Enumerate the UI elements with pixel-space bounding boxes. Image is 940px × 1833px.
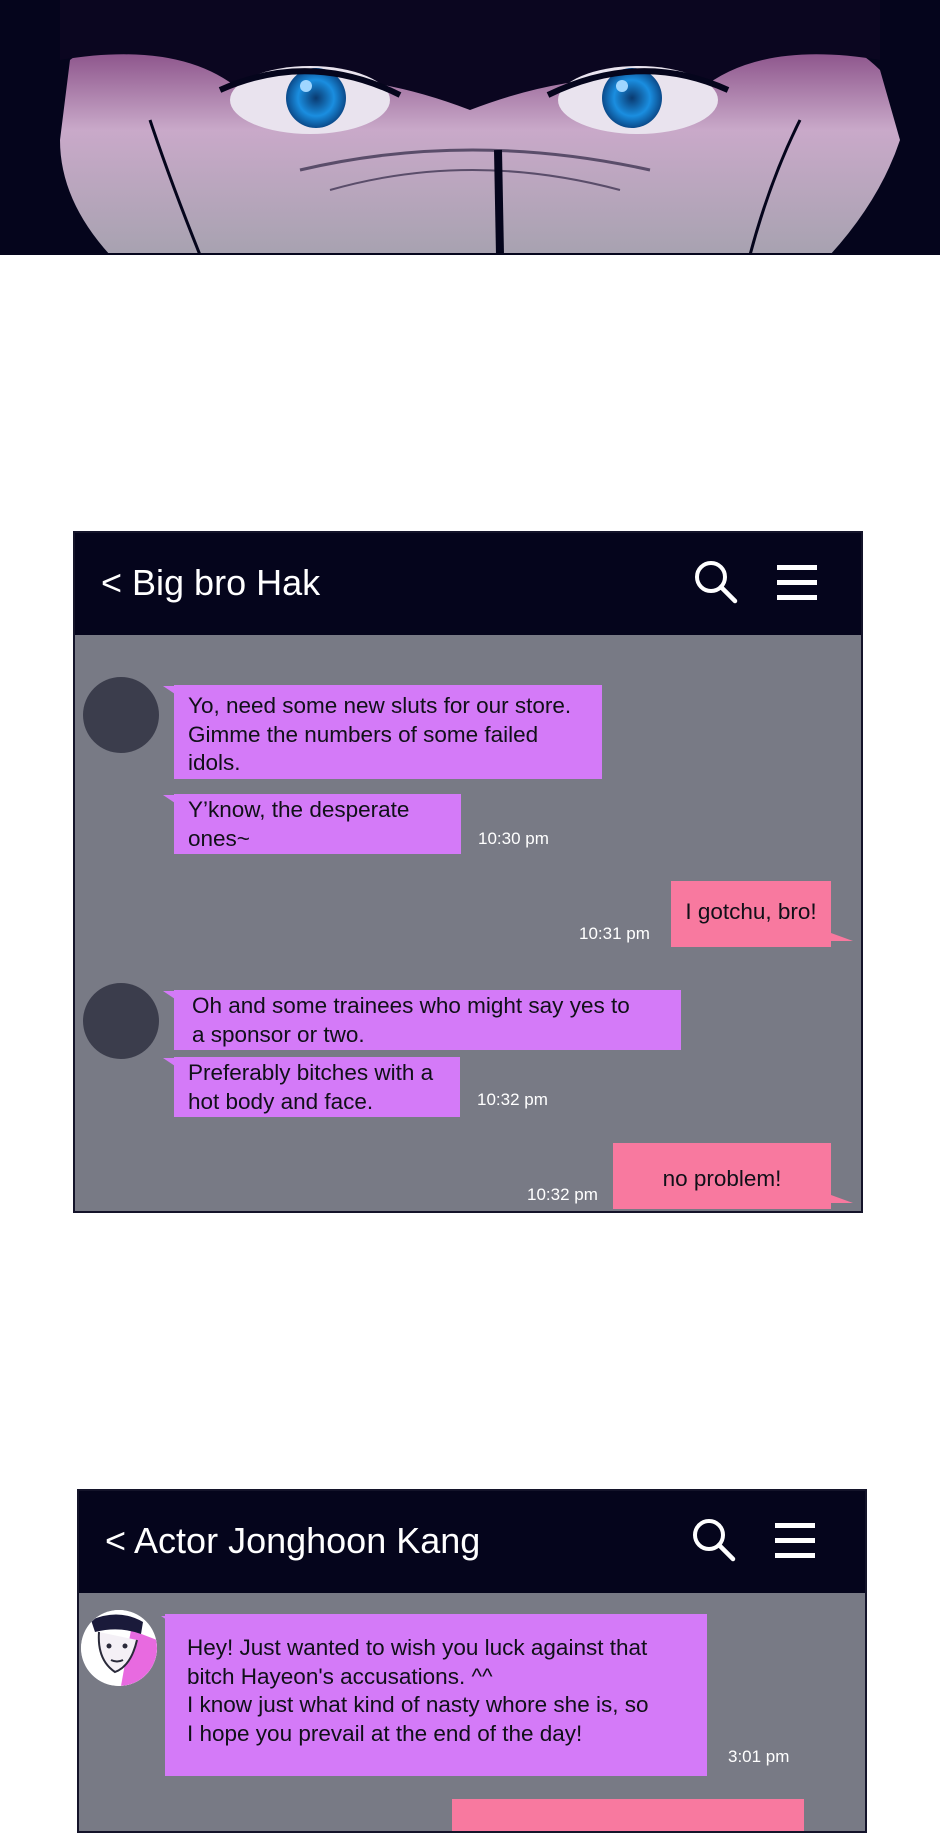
contact-avatar[interactable] [81,1610,157,1686]
message-time: 3:01 pm [728,1747,790,1766]
message-time: 10:31 pm [579,924,650,943]
message-time: 10:30 pm [478,829,549,848]
search-icon[interactable] [689,555,745,611]
message-bubble-contact[interactable]: Y’know, the desperate ones~ [174,794,461,854]
back-button-chat-title[interactable]: < Big bro Hak [101,561,320,605]
message-time: 10:32 pm [477,1090,548,1109]
message-bubble-contact[interactable]: Hey! Just wanted to wish you luck agains… [165,1614,707,1776]
bubble-tail [831,933,853,941]
chat-screen-actor-jonghoon-kang: < Actor Jonghoon Kang Hey! Just wanted t… [77,1489,867,1833]
comic-panel-eyes [0,0,940,255]
back-button-chat-title[interactable]: < Actor Jonghoon Kang [105,1519,480,1563]
menu-icon[interactable] [769,555,825,611]
bubble-tail [831,1195,853,1203]
message-bubble-contact[interactable]: Yo, need some new sluts for our store. G… [174,685,602,779]
contact-avatar[interactable] [83,677,159,753]
message-bubble-contact[interactable]: Oh and some trainees who might say yes t… [174,990,681,1050]
chat-screen-big-bro-hak: < Big bro Hak Yo, need some new sluts fo… [73,531,863,1213]
message-bubble-contact[interactable]: Preferably bitches with a hot body and f… [174,1057,460,1117]
menu-icon[interactable] [767,1513,823,1569]
message-bubble-me[interactable] [452,1799,804,1831]
contact-avatar[interactable] [83,983,159,1059]
chat-header: < Big bro Hak [75,533,861,635]
message-bubble-me[interactable]: I gotchu, bro! [671,881,831,947]
message-time: 10:32 pm [527,1185,598,1204]
chat-header: < Actor Jonghoon Kang [79,1491,865,1593]
message-bubble-me[interactable]: no problem! [613,1143,831,1209]
search-icon[interactable] [687,1513,743,1569]
